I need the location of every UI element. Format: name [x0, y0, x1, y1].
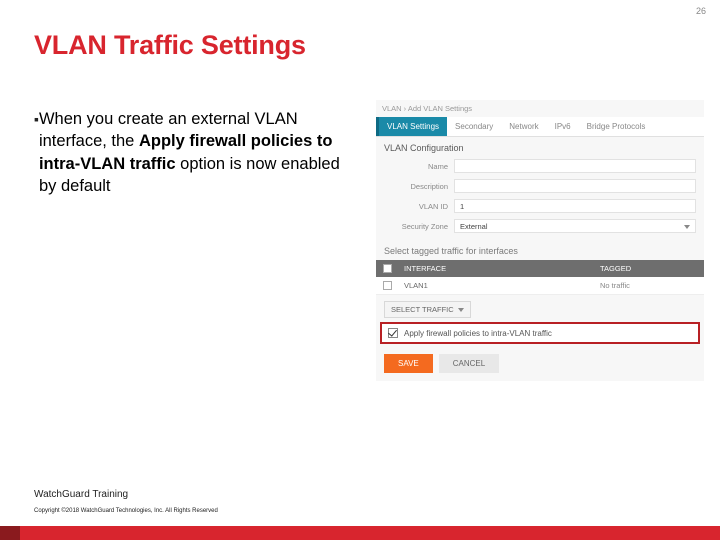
embedded-screenshot: VLAN › Add VLAN Settings VLAN Settings S… — [376, 100, 704, 381]
apply-firewall-label: Apply firewall policies to intra-VLAN tr… — [404, 329, 552, 338]
bullet-text: When you create an external VLAN interfa… — [39, 108, 354, 197]
tab-ipv6[interactable]: IPv6 — [547, 117, 579, 136]
button-row: SAVE CANCEL — [376, 350, 704, 381]
col-tagged: TAGGED — [594, 260, 704, 277]
table-row: VLAN1 No traffic — [376, 277, 704, 295]
tab-vlan-settings[interactable]: VLAN Settings — [376, 117, 447, 136]
label-vlanid: VLAN ID — [384, 202, 454, 211]
select-traffic-label: SELECT TRAFFIC — [391, 305, 454, 314]
chevron-down-icon — [458, 308, 464, 312]
header-checkbox-cell — [376, 260, 398, 277]
breadcrumb: VLAN › Add VLAN Settings — [376, 100, 704, 117]
sub-title: Select tagged traffic for interfaces — [376, 236, 704, 260]
row-name: Name — [376, 156, 704, 176]
label-name: Name — [384, 162, 454, 171]
section-title: VLAN Configuration — [376, 137, 704, 156]
apply-firewall-row: Apply firewall policies to intra-VLAN tr… — [380, 322, 700, 344]
cell-interface: VLAN1 — [398, 277, 594, 294]
tab-secondary[interactable]: Secondary — [447, 117, 501, 136]
page-title: VLAN Traffic Settings — [34, 30, 306, 61]
input-name[interactable] — [454, 159, 696, 173]
cancel-button[interactable]: CANCEL — [439, 354, 499, 373]
interface-table: INTERFACE TAGGED VLAN1 No traffic — [376, 260, 704, 295]
header-checkbox[interactable] — [383, 264, 392, 273]
select-traffic-dropdown[interactable]: SELECT TRAFFIC — [384, 301, 471, 318]
row-checkbox-cell — [376, 277, 398, 294]
input-vlanid[interactable]: 1 — [454, 199, 696, 213]
copyright: Copyright ©2018 WatchGuard Technologies,… — [34, 508, 218, 514]
cell-tagged: No traffic — [594, 277, 704, 294]
save-button[interactable]: SAVE — [384, 354, 433, 373]
row-security-zone: Security Zone External — [376, 216, 704, 236]
page-number: 26 — [696, 6, 706, 16]
label-description: Description — [384, 182, 454, 191]
bottom-bar-accent — [0, 526, 20, 540]
footer-text: WatchGuard Training — [34, 489, 128, 500]
label-security-zone: Security Zone — [384, 222, 454, 231]
tab-bridge-protocols[interactable]: Bridge Protocols — [579, 117, 654, 136]
row-checkbox[interactable] — [383, 281, 392, 290]
col-interface: INTERFACE — [398, 260, 594, 277]
table-header: INTERFACE TAGGED — [376, 260, 704, 277]
apply-firewall-checkbox[interactable] — [388, 328, 398, 338]
row-vlanid: VLAN ID 1 — [376, 196, 704, 216]
input-description[interactable] — [454, 179, 696, 193]
tab-network[interactable]: Network — [501, 117, 546, 136]
tab-bar: VLAN Settings Secondary Network IPv6 Bri… — [376, 117, 704, 137]
bullet-item: ▪ When you create an external VLAN inter… — [34, 108, 354, 197]
row-description: Description — [376, 176, 704, 196]
select-security-zone[interactable]: External — [454, 219, 696, 233]
bottom-bar — [0, 526, 720, 540]
